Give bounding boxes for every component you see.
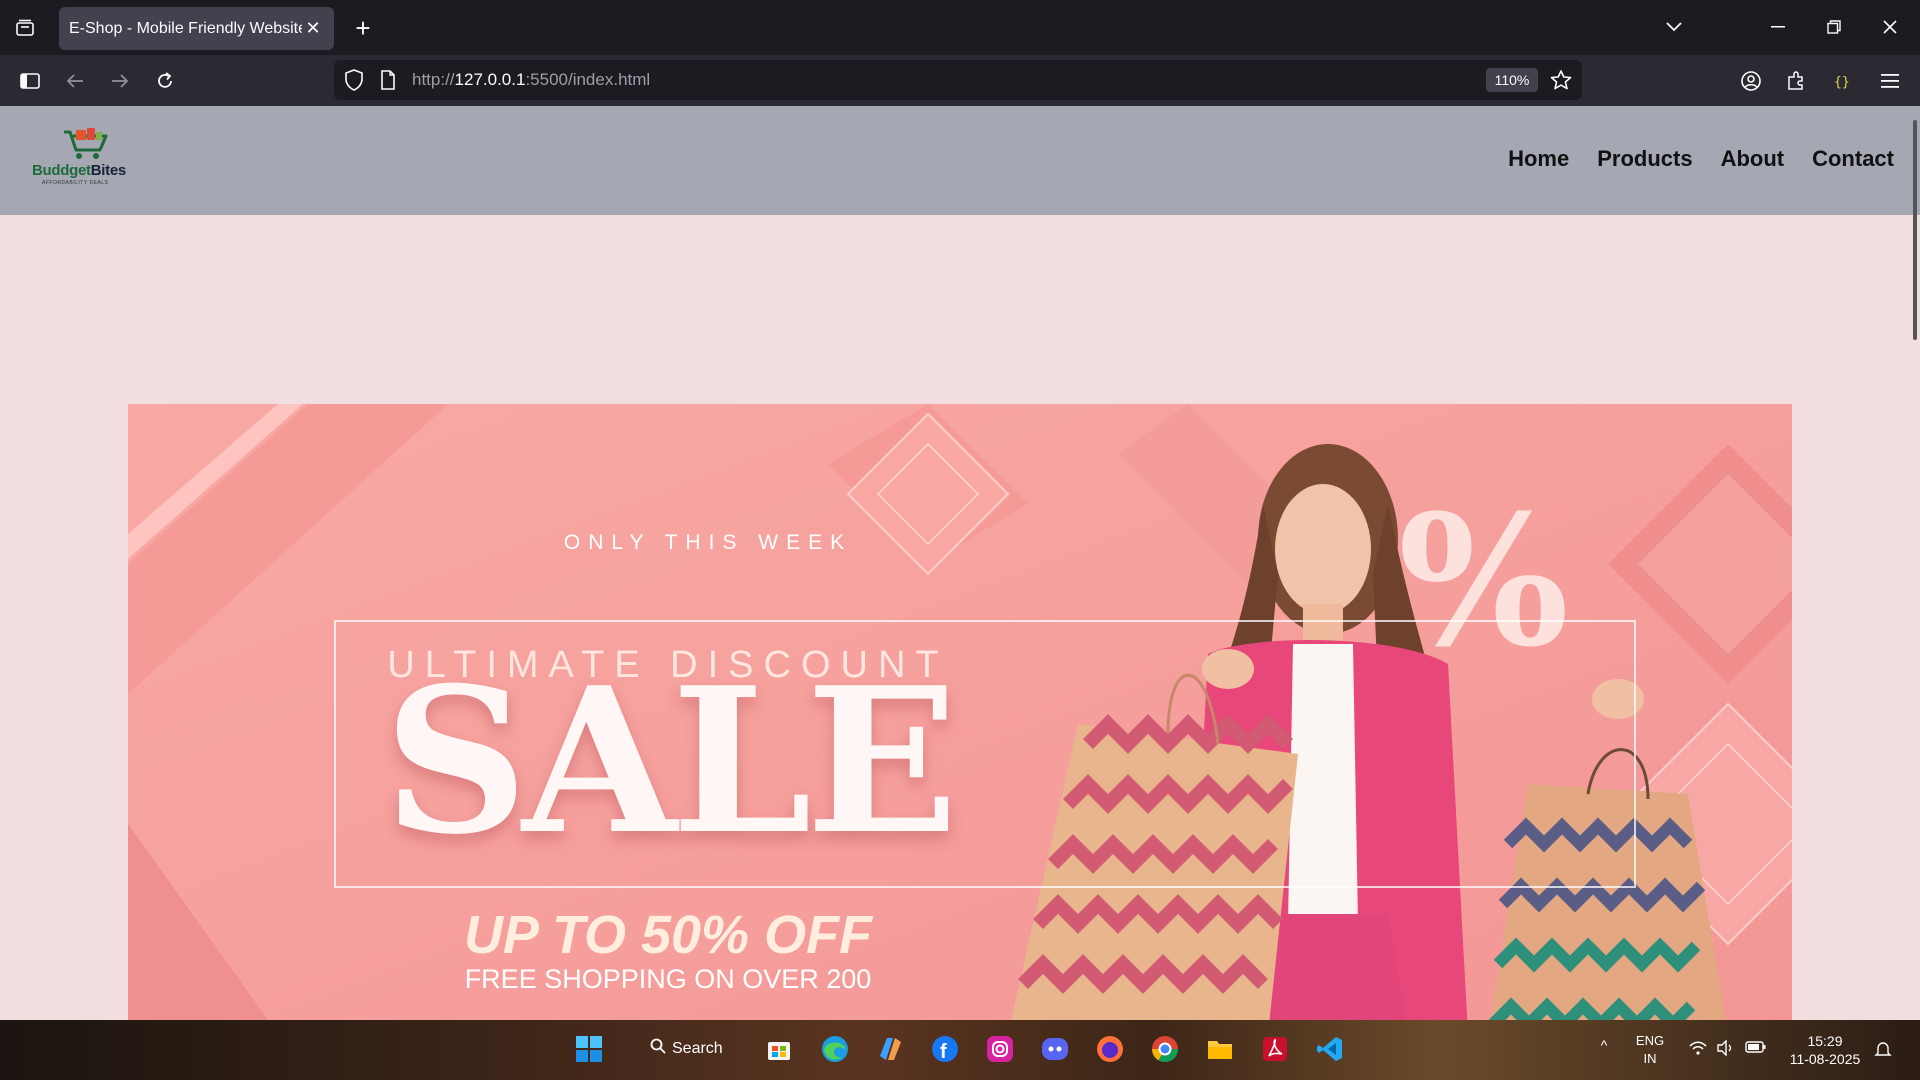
taskbar-search-label: Search	[672, 1039, 723, 1057]
edge-browser-icon[interactable]	[818, 1032, 852, 1066]
tab-close-icon[interactable]: ✕	[302, 18, 324, 39]
account-icon[interactable]	[1735, 65, 1767, 97]
back-icon[interactable]	[59, 65, 91, 97]
tab-title: E-Shop - Mobile Friendly Website	[69, 19, 302, 37]
windows-start-icon[interactable]	[572, 1032, 606, 1066]
vscode-icon[interactable]	[1313, 1032, 1347, 1066]
copilot-icon[interactable]	[873, 1032, 907, 1066]
file-explorer-icon[interactable]	[1203, 1032, 1237, 1066]
page-scrollbar-thumb[interactable]	[1913, 120, 1917, 340]
browser-toolbar: http://127.0.0.1:5500/index.html 110% {}	[0, 55, 1920, 106]
wifi-icon[interactable]	[1686, 1040, 1710, 1060]
tracking-protection-shield-icon[interactable]	[344, 69, 364, 96]
forward-icon[interactable]	[104, 65, 136, 97]
site-logo[interactable]: BuddgetBites AFFORDABILITY DEALS	[28, 126, 134, 192]
search-icon	[650, 1038, 666, 1059]
nav-link-contact[interactable]: Contact	[1812, 146, 1894, 172]
app-menu-icon[interactable]	[1874, 65, 1906, 97]
logo-text: BuddgetBites	[32, 162, 126, 179]
banner-offer: UP TO 50% OFF	[463, 905, 873, 965]
restore-icon[interactable]	[1814, 12, 1854, 42]
nav-link-products[interactable]: Products	[1597, 146, 1692, 172]
firefox-icon[interactable]	[1093, 1032, 1127, 1066]
svg-text:{}: {}	[1834, 75, 1850, 90]
nav-link-about[interactable]: About	[1721, 146, 1785, 172]
page-scrollbar[interactable]	[1906, 106, 1920, 1020]
discord-icon[interactable]	[1038, 1032, 1072, 1066]
notifications-icon[interactable]	[1872, 1040, 1894, 1062]
browser-tab-bar: E-Shop - Mobile Friendly Website ✕ +	[0, 0, 1920, 55]
url-text: http://127.0.0.1:5500/index.html	[412, 70, 651, 89]
logo-tagline: AFFORDABILITY DEALS	[42, 180, 109, 186]
banner-footnote: FREE SHOPPING ON OVER 200	[464, 964, 872, 994]
active-tab[interactable]: E-Shop - Mobile Friendly Website ✕	[59, 7, 334, 50]
tray-overflow-icon[interactable]: ^	[1594, 1036, 1614, 1054]
taskbar-clock[interactable]: 15:29 11-08-2025	[1780, 1032, 1870, 1068]
site-header: BuddgetBites AFFORDABILITY DEALS Home Pr…	[0, 106, 1920, 215]
battery-icon[interactable]	[1744, 1040, 1768, 1058]
windows-taskbar: Search f ^ ENG IN 15:29 11-08-2025	[0, 1020, 1920, 1080]
microsoft-store-icon[interactable]	[762, 1032, 796, 1066]
language-indicator[interactable]: ENG IN	[1630, 1032, 1670, 1068]
sale-banner[interactable]: % ONLY THIS WEEK ULTIMATE DISCOUNT SALE …	[128, 404, 1792, 1020]
instagram-icon[interactable]	[983, 1032, 1017, 1066]
bookmark-star-icon[interactable]	[1550, 69, 1572, 96]
chrome-icon[interactable]	[1148, 1032, 1182, 1066]
svg-text:f: f	[940, 1041, 947, 1063]
page-info-icon[interactable]	[380, 70, 396, 95]
list-all-tabs-icon[interactable]	[1654, 12, 1694, 42]
json-extension-icon[interactable]: {}	[1826, 65, 1858, 97]
facebook-icon[interactable]: f	[928, 1032, 962, 1066]
volume-icon[interactable]	[1714, 1039, 1738, 1060]
site-nav: Home Products About Contact	[1508, 146, 1894, 172]
address-bar[interactable]: http://127.0.0.1:5500/index.html 110%	[334, 60, 1582, 100]
sidebar-toggle-icon[interactable]	[14, 65, 46, 97]
new-tab-icon[interactable]: +	[348, 13, 378, 43]
reload-icon[interactable]	[149, 65, 181, 97]
taskbar-search[interactable]: Search	[650, 1038, 723, 1059]
tab-list-icon[interactable]	[10, 14, 40, 42]
extensions-icon[interactable]	[1780, 65, 1812, 97]
close-window-icon[interactable]	[1870, 12, 1910, 42]
clock-time: 15:29	[1807, 1033, 1843, 1049]
nav-link-home[interactable]: Home	[1508, 146, 1569, 172]
page-viewport: BuddgetBites AFFORDABILITY DEALS Home Pr…	[0, 106, 1920, 1020]
minimize-icon[interactable]	[1758, 12, 1798, 42]
banner-headline: SALE	[383, 644, 959, 879]
zoom-level-badge[interactable]: 110%	[1486, 68, 1538, 92]
acrobat-icon[interactable]	[1258, 1032, 1292, 1066]
banner-eyebrow: ONLY THIS WEEK	[563, 531, 853, 554]
clock-date: 11-08-2025	[1789, 1051, 1861, 1067]
